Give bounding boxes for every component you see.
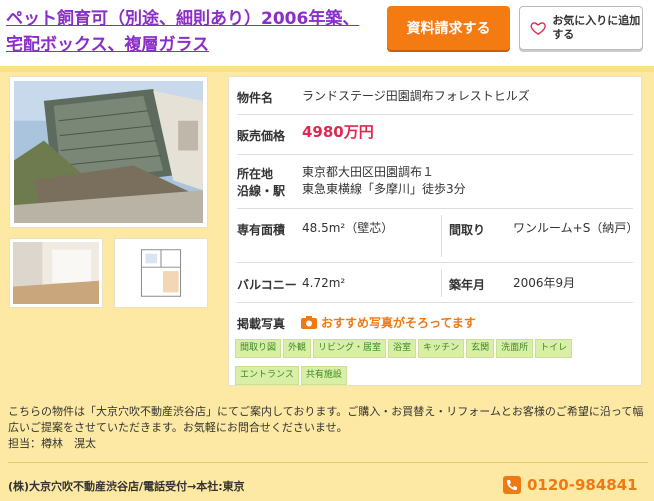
- row-price: 販売価格 4980万円: [237, 115, 633, 155]
- floorplan-thumbnail[interactable]: [114, 238, 208, 308]
- building-photo-image: [14, 81, 203, 223]
- company-info: (株)大京穴吹不動産渋谷店/電話受付→本社:東京: [8, 480, 245, 493]
- row-area-layout: 専有面積 48.5m²（壁芯） 間取り ワンルーム+S（納戸）: [237, 209, 639, 263]
- photos-label: 掲載写真: [237, 317, 286, 331]
- layout-label: 間取り: [449, 223, 486, 237]
- description-text: こちらの物件は「大京穴吹不動産渋谷店」にてご案内しております。ご購入・お買替え・…: [8, 405, 644, 434]
- description-block: こちらの物件は「大京穴吹不動産渋谷店」にてご案内しております。ご購入・お買替え・…: [8, 404, 648, 452]
- footer-divider: [8, 462, 648, 463]
- built-value: 2006年9月: [513, 276, 576, 290]
- photo-tag[interactable]: 浴室: [388, 339, 417, 358]
- photo-tag[interactable]: リビング・居室: [313, 339, 387, 358]
- price-value: 4980万円: [302, 123, 374, 141]
- area-value: 48.5m²（壁芯）: [302, 221, 394, 235]
- property-details-table: 物件名 ランドステージ田園調布フォレストヒルズ 販売価格 4980万円 所在地 …: [228, 76, 642, 386]
- row-property-name: 物件名 ランドステージ田園調布フォレストヒルズ: [237, 77, 633, 115]
- location-label: 所在地: [237, 167, 274, 181]
- heart-icon: [530, 22, 546, 35]
- add-favorite-label: お気に入りに追加する: [552, 14, 641, 41]
- recommended-photos-text: おすすめ写真がそろってます: [321, 316, 476, 330]
- photo-tag[interactable]: トイレ: [535, 339, 573, 358]
- column-divider: [441, 269, 442, 297]
- add-favorite-button[interactable]: お気に入りに追加する: [519, 6, 643, 50]
- price-label: 販売価格: [237, 129, 286, 143]
- phone-number-text: 0120-984841: [527, 476, 638, 494]
- property-name-value: ランドステージ田園調布フォレストヒルズ: [302, 89, 530, 103]
- phone-icon: [503, 476, 521, 494]
- staff-name: 担当：樽林 滉太: [8, 437, 96, 450]
- photo-tag[interactable]: 洗面所: [496, 339, 534, 358]
- row-location: 所在地 東京都大田区田園調布１ 沿線・駅 東急東横線「多摩川」徒歩3分: [237, 155, 633, 209]
- camera-icon: [301, 316, 317, 329]
- panel-top-border: [0, 66, 654, 72]
- recommended-photos-note: おすすめ写真がそろってます: [301, 314, 476, 331]
- layout-value: ワンルーム+S（納戸）: [513, 221, 639, 235]
- built-label: 築年月: [449, 278, 486, 292]
- line-value: 東急東横線「多摩川」徒歩3分: [302, 182, 466, 196]
- column-divider: [441, 215, 442, 257]
- room-photo-thumbnail[interactable]: [9, 238, 103, 308]
- property-name-label: 物件名: [237, 91, 274, 105]
- balcony-value: 4.72m²: [302, 276, 346, 290]
- property-title-link[interactable]: ペット飼育可（別途、細則あり）2006年築、宅配ボックス、複層ガラス: [6, 6, 366, 58]
- request-info-button[interactable]: 資料請求する: [387, 6, 510, 50]
- photo-tag[interactable]: 外観: [283, 339, 312, 358]
- main-exterior-photo[interactable]: [9, 76, 208, 228]
- floorplan-image: [118, 242, 204, 304]
- photo-tag-list: 間取り図 外観 リビング・居室 浴室 キッチン 玄関 洗面所 トイレエントランス 共有施設: [235, 335, 627, 389]
- area-label: 専有面積: [237, 223, 286, 237]
- row-balcony-built: バルコニー 4.72m² 築年月 2006年9月: [237, 263, 633, 303]
- balcony-label: バルコニー: [237, 278, 297, 292]
- photo-tag[interactable]: キッチン: [418, 339, 465, 358]
- photo-tag[interactable]: エントランス: [235, 366, 299, 385]
- room-photo-image: [13, 242, 99, 304]
- phone-number[interactable]: 0120-984841: [503, 476, 638, 494]
- line-label: 沿線・駅: [237, 184, 286, 198]
- location-value: 東京都大田区田園調布１: [302, 165, 435, 179]
- photo-tag[interactable]: 共有施設: [300, 366, 347, 385]
- photo-tag[interactable]: 玄関: [466, 339, 495, 358]
- photo-tag[interactable]: 間取り図: [235, 339, 282, 358]
